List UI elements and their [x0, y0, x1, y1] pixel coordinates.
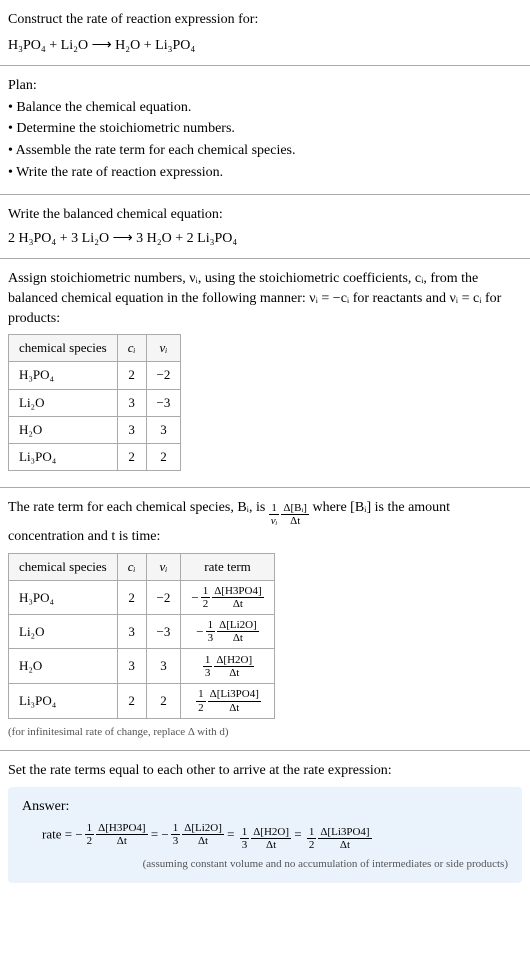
cell-c: 2	[117, 684, 146, 719]
fraction: Δ[Bᵢ] Δt	[281, 502, 309, 527]
answer-note: (assuming constant volume and no accumul…	[22, 857, 508, 872]
cell-c: 2	[117, 443, 146, 470]
cell-c: 3	[117, 649, 146, 684]
cell-v: −3	[146, 389, 181, 416]
balanced-section: Write the balanced chemical equation: 2 …	[0, 195, 530, 259]
cell-species: Li₂O	[9, 389, 118, 416]
cell-v: −2	[146, 581, 181, 615]
cell-species: H₂O	[9, 649, 118, 684]
unbalanced-equation: H₃PO₄ + Li₂O ⟶ H₂O + Li₃PO₄	[8, 36, 522, 56]
plan-item: • Assemble the rate term for each chemic…	[8, 141, 522, 161]
table-row: H₃PO₄ 2 −2	[9, 362, 181, 389]
plan-item: • Write the rate of reaction expression.	[8, 163, 522, 183]
cell-rate: − 13 Δ[Li2O]Δt	[181, 615, 274, 649]
balanced-equation: 2 H₃PO₄ + 3 Li₂O ⟶ 3 H₂O + 2 Li₃PO₄	[8, 229, 522, 249]
cell-v: 2	[146, 443, 181, 470]
cell-rate: 13 Δ[H2O]Δt	[181, 649, 274, 684]
construct-title: Construct the rate of reaction expressio…	[8, 10, 522, 30]
plan-label: Plan:	[8, 76, 522, 96]
col-c: cᵢ	[117, 335, 146, 362]
col-v: νᵢ	[146, 553, 181, 580]
cell-v: 2	[146, 684, 181, 719]
table-row: H₂O 3 3	[9, 416, 181, 443]
stoich-table: chemical species cᵢ νᵢ H₃PO₄ 2 −2 Li₂O 3…	[8, 334, 181, 471]
cell-v: −2	[146, 362, 181, 389]
cell-species: H₃PO₄	[9, 581, 118, 615]
cell-species: H₃PO₄	[9, 362, 118, 389]
balanced-label: Write the balanced chemical equation:	[8, 205, 522, 225]
rate-term-section: The rate term for each chemical species,…	[0, 488, 530, 751]
cell-species: Li₂O	[9, 615, 118, 649]
table-row: Li₃PO₄ 2 2 12 Δ[Li3PO4]Δt	[9, 684, 275, 719]
cell-species: Li₃PO₄	[9, 684, 118, 719]
rate-term-table: chemical species cᵢ νᵢ rate term H₃PO₄ 2…	[8, 553, 275, 719]
cell-v: 3	[146, 649, 181, 684]
stoich-section: Assign stoichiometric numbers, νᵢ, using…	[0, 259, 530, 488]
table-row: Li₂O 3 −3	[9, 389, 181, 416]
final-text: Set the rate terms equal to each other t…	[8, 761, 522, 781]
cell-c: 3	[117, 615, 146, 649]
cell-rate: 12 Δ[Li3PO4]Δt	[181, 684, 274, 719]
col-rate: rate term	[181, 553, 274, 580]
answer-box: Answer: rate = − 12 Δ[H3PO4]Δt = − 13 Δ[…	[8, 787, 522, 883]
rate-expression: rate = − 12 Δ[H3PO4]Δt = − 13 Δ[Li2O]Δt …	[42, 822, 508, 851]
col-v: νᵢ	[146, 335, 181, 362]
cell-c: 2	[117, 362, 146, 389]
rate-term-formula: 1 νᵢ Δ[Bᵢ] Δt	[269, 502, 309, 527]
table-header-row: chemical species cᵢ νᵢ rate term	[9, 553, 275, 580]
col-c: cᵢ	[117, 553, 146, 580]
cell-c: 3	[117, 389, 146, 416]
rate-term-text: The rate term for each chemical species,…	[8, 498, 522, 547]
header-section: Construct the rate of reaction expressio…	[0, 0, 530, 66]
cell-c: 2	[117, 581, 146, 615]
cell-species: H₂O	[9, 416, 118, 443]
table-row: Li₃PO₄ 2 2	[9, 443, 181, 470]
plan-item: • Balance the chemical equation.	[8, 98, 522, 118]
plan-item: • Determine the stoichiometric numbers.	[8, 119, 522, 139]
cell-c: 3	[117, 416, 146, 443]
answer-label: Answer:	[22, 797, 508, 817]
cell-v: 3	[146, 416, 181, 443]
table-row: H₃PO₄ 2 −2 − 12 Δ[H3PO4]Δt	[9, 581, 275, 615]
cell-species: Li₃PO₄	[9, 443, 118, 470]
cell-rate: − 12 Δ[H3PO4]Δt	[181, 581, 274, 615]
plan-section: Plan: • Balance the chemical equation. •…	[0, 66, 530, 195]
col-species: chemical species	[9, 335, 118, 362]
cell-v: −3	[146, 615, 181, 649]
table-row: H₂O 3 3 13 Δ[H2O]Δt	[9, 649, 275, 684]
col-species: chemical species	[9, 553, 118, 580]
table-header-row: chemical species cᵢ νᵢ	[9, 335, 181, 362]
fraction: 1 νᵢ	[269, 502, 280, 527]
table-row: Li₂O 3 −3 − 13 Δ[Li2O]Δt	[9, 615, 275, 649]
final-section: Set the rate terms equal to each other t…	[0, 751, 530, 893]
stoich-text: Assign stoichiometric numbers, νᵢ, using…	[8, 269, 522, 328]
infinitesimal-note: (for infinitesimal rate of change, repla…	[8, 725, 522, 740]
